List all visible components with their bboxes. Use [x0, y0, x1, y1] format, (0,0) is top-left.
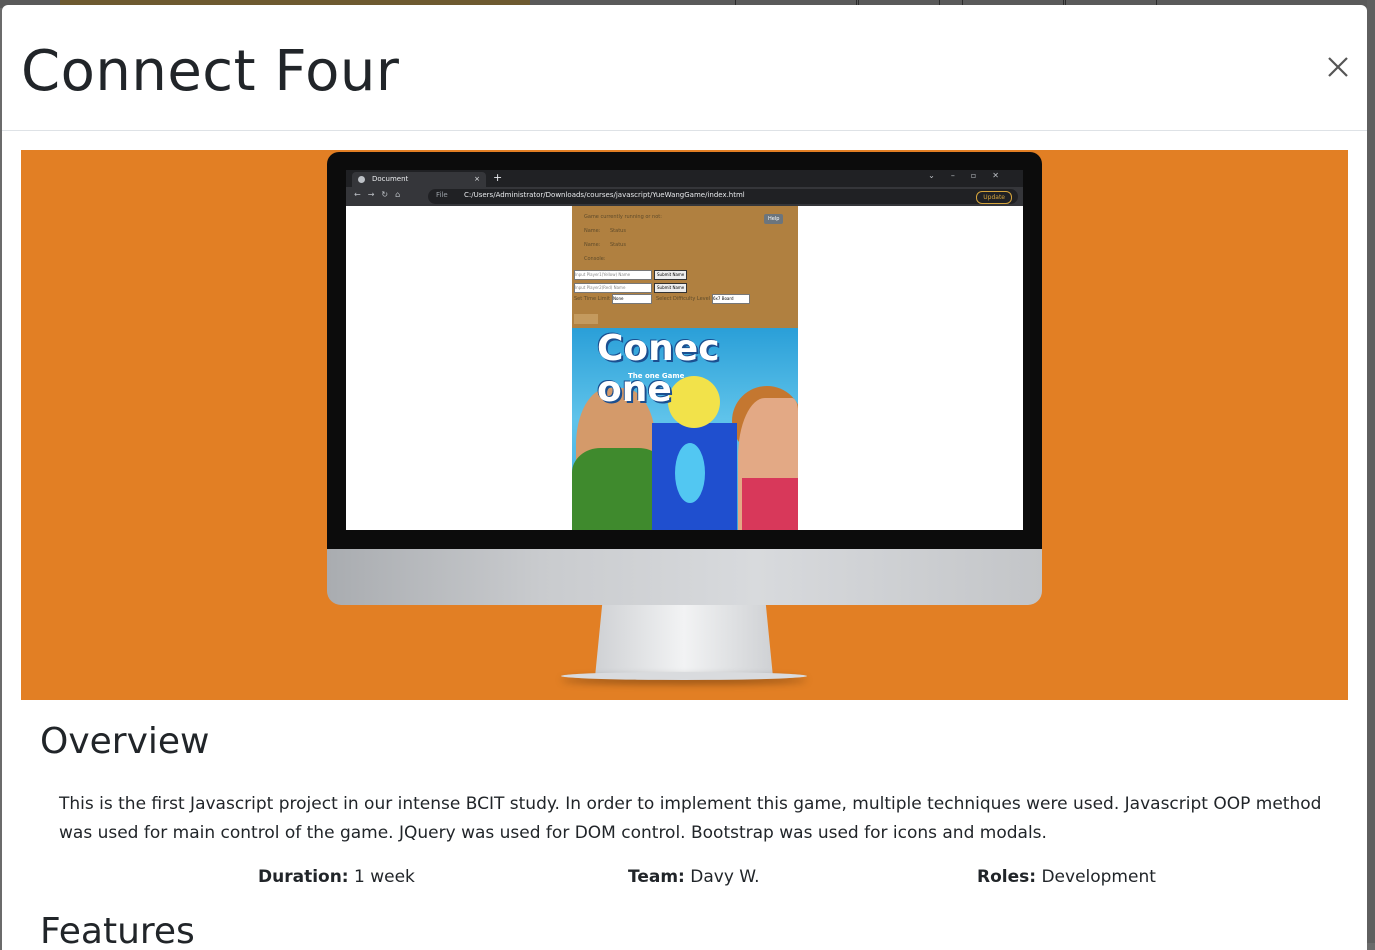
overview-heading: Overview — [40, 721, 210, 762]
box-art-girl-shirt — [742, 478, 798, 530]
duration-value: 1 week — [354, 867, 415, 887]
game-name1: Name: — [584, 228, 601, 234]
duration-label: Duration: — [258, 867, 349, 887]
game-p1-input: Input Player1(Yellow) Name — [574, 270, 652, 280]
game-submit1: Submit Name — [654, 270, 688, 280]
game-box-art: Conec one The one Game — [572, 328, 798, 530]
overview-text: This is the first Javascript project in … — [59, 794, 1322, 843]
roles-value: Development — [1041, 867, 1156, 887]
update-pill: Update — [976, 191, 1012, 204]
roles-info: Roles: Development — [977, 867, 1156, 887]
globe-icon — [358, 176, 365, 183]
game-panel: Game currently running or not: Help Name… — [572, 206, 798, 530]
game-difficulty-label: Select Difficulty Level — [656, 296, 711, 302]
browser-toolbar: ←→↻⌂ File C:/Users/Administrator/Downloa… — [346, 187, 1023, 206]
browser-tab: Document × — [352, 172, 486, 187]
modal-title: Connect Four — [21, 39, 400, 104]
close-icon — [1328, 57, 1348, 77]
team-label: Team: — [628, 867, 685, 887]
game-console: Console: — [584, 256, 606, 262]
tab-title: Document — [372, 175, 409, 183]
project-modal: Connect Four Document × + ⌄–▫✕ ←→↻⌂ File… — [2, 5, 1367, 950]
monitor-screen: Document × + ⌄–▫✕ ←→↻⌂ File C:/Users/Adm… — [346, 170, 1023, 530]
address-bar: File C:/Users/Administrator/Downloads/co… — [428, 189, 1018, 204]
new-tab-icon: + — [493, 171, 503, 184]
game-status-line: Game currently running or not: — [584, 214, 662, 220]
game-time-label: Set Time Limit — [574, 296, 611, 302]
browser-nav-icons: ←→↻⌂ — [354, 190, 408, 199]
url-prefix: File — [436, 191, 448, 199]
project-screenshot: Document × + ⌄–▫✕ ←→↻⌂ File C:/Users/Adm… — [21, 150, 1348, 700]
monitor-stand — [595, 605, 773, 677]
game-status1: Status — [610, 228, 626, 234]
team-value: Davy W. — [690, 867, 760, 887]
window-controls-icon: ⌄–▫✕ — [928, 171, 1015, 180]
duration-info: Duration: 1 week — [258, 867, 415, 887]
game-submit2: Submit Name — [654, 283, 688, 293]
game-time-select: None — [612, 294, 652, 304]
page-scrollbar[interactable] — [1367, 0, 1375, 943]
browser-tabstrip: Document × + ⌄–▫✕ — [346, 170, 1023, 187]
game-p2-input: Input Player2(Red) Name — [574, 283, 652, 293]
team-info: Team: Davy W. — [628, 867, 760, 887]
close-button[interactable] — [1324, 53, 1352, 81]
game-status2: Status — [610, 242, 626, 248]
game-help-button: Help — [764, 214, 784, 224]
box-art-hole — [675, 443, 705, 503]
features-heading: Features — [40, 911, 195, 950]
url-text: C:/Users/Administrator/Downloads/courses… — [464, 191, 745, 199]
monitor-chin — [327, 549, 1042, 605]
game-difficulty-select: 6x7 Board — [712, 294, 750, 304]
box-art-title: Conec one — [597, 328, 720, 410]
monitor-base — [561, 672, 807, 680]
box-art-subtitle: The one Game — [628, 372, 685, 380]
game-name2: Name: — [584, 242, 601, 248]
game-start-button — [574, 314, 598, 324]
tab-close-icon: × — [474, 175, 480, 183]
roles-label: Roles: — [977, 867, 1037, 887]
modal-header: Connect Four — [2, 5, 1367, 131]
